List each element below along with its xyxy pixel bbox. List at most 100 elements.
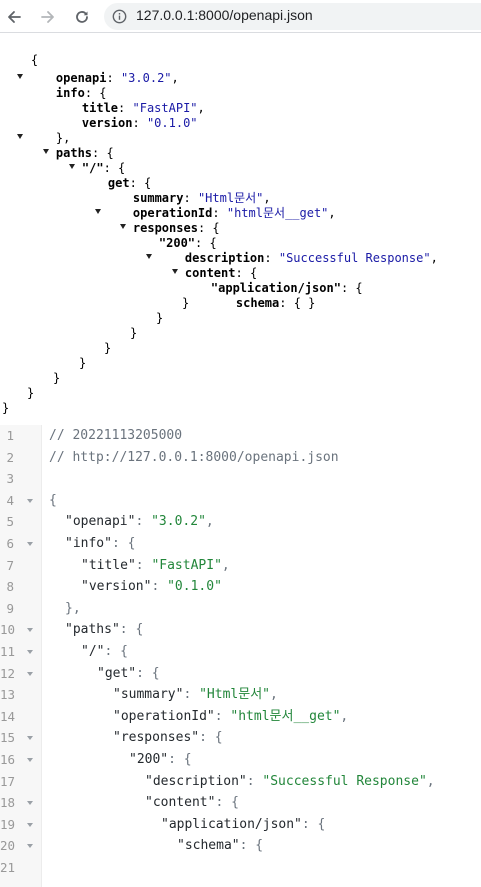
fold-arrow-icon[interactable] [27, 628, 33, 633]
code-line[interactable]: 7 "title": "FastAPI", [0, 555, 481, 577]
code-line[interactable]: 5 "openapi": "3.0.2", [0, 511, 481, 533]
code-text: "operationId": "html문서__get", [113, 706, 348, 728]
line-number: 3 [6, 471, 14, 487]
code-line[interactable]: 20 "schema": { [0, 835, 481, 857]
info-circle-icon[interactable] [112, 9, 127, 24]
json-line: operationId: "html문서__get", [132, 206, 336, 220]
line-number: 16 [0, 752, 16, 767]
json-string-value: "0.1.0" [146, 116, 198, 130]
code-punctuation: { [151, 665, 160, 681]
code-string: "0.1.0" [167, 579, 222, 595]
line-number: 4 [6, 492, 14, 508]
code-line[interactable]: 13 "summary": "Html문서", [0, 684, 481, 706]
json-line: } [130, 326, 138, 340]
json-line: description: "Successful Response", [184, 251, 438, 265]
code-line[interactable]: 19 "application/json": { [0, 814, 481, 836]
fold-arrow-icon[interactable] [27, 844, 33, 849]
fold-arrow-icon[interactable] [27, 801, 33, 806]
code-string: "Successful Response" [262, 773, 427, 789]
collapse-triangle-icon[interactable] [17, 134, 23, 139]
code-line[interactable]: 1 // 20221113205000 [0, 425, 481, 447]
arrow-left-icon [8, 11, 21, 23]
code-line[interactable]: 21 [0, 857, 481, 879]
code-key: "paths" [65, 622, 120, 638]
code-text: "/": { [81, 641, 128, 663]
code-line[interactable]: 15 "responses": { [0, 727, 481, 749]
code-text: "description": "Successful Response", [145, 771, 435, 793]
collapse-triangle-icon[interactable] [69, 164, 75, 169]
code-line[interactable]: 3 [0, 468, 481, 490]
line-number: 1 [6, 428, 14, 443]
address-bar[interactable]: 127.0.0.1:8000/openapi.json [104, 3, 481, 30]
json-line: paths: { [55, 146, 114, 160]
code-punctuation: , [221, 557, 230, 573]
code-text: "responses": { [113, 727, 223, 749]
fold-arrow-icon[interactable] [27, 758, 33, 762]
code-colon: : [119, 622, 128, 638]
collapse-triangle-icon[interactable] [120, 224, 126, 229]
code-line[interactable]: 12 "get": { [0, 663, 481, 685]
json-line: } [79, 356, 87, 370]
code-punctuation: , [205, 514, 214, 530]
collapse-triangle-icon[interactable] [146, 254, 152, 259]
code-punctuation: { [127, 536, 136, 551]
line-number: 19 [0, 816, 16, 832]
code-punctuation: { [231, 795, 239, 811]
reload-icon [76, 11, 88, 23]
json-colon: : [340, 281, 349, 295]
code-line[interactable]: 4{ [0, 490, 481, 512]
json-line: info: { [55, 86, 107, 100]
code-text: // 20221113205000 [49, 428, 183, 443]
json-colon: : [279, 296, 287, 310]
fold-arrow-icon[interactable] [27, 542, 33, 546]
json-key: schema [235, 296, 280, 310]
reload-button[interactable] [70, 5, 94, 29]
json-line: summary: "Html문서", [132, 191, 271, 205]
collapse-triangle-icon[interactable] [95, 209, 101, 214]
code-editor[interactable]: 1 // 20221113205000 2 // http://127.0.0.1:8… [0, 425, 481, 887]
collapse-triangle-icon[interactable] [43, 149, 49, 154]
back-button[interactable] [2, 5, 26, 29]
fold-arrow-icon[interactable] [27, 736, 33, 741]
code-line[interactable]: 18 "content": { [0, 792, 481, 814]
json-viewer: { openapi: "3.0.2", info: { title: "Fast… [0, 34, 481, 418]
code-text: "200": { [129, 749, 192, 771]
fold-arrow-icon[interactable] [27, 498, 33, 503]
json-line: "/": { [81, 161, 126, 175]
code-line[interactable]: 17 "description": "Successful Response", [0, 771, 481, 793]
line-number: 11 [0, 644, 16, 659]
code-colon: : [136, 665, 144, 681]
collapse-triangle-icon[interactable] [17, 74, 23, 79]
code-text: "info": { [65, 533, 135, 555]
line-number: 15 [0, 730, 16, 746]
json-line: }, [55, 131, 71, 145]
code-colon: : [215, 795, 224, 811]
json-string-value: "Successful Response" [278, 251, 431, 265]
fold-arrow-icon[interactable] [27, 822, 33, 827]
code-line[interactable]: 14 "operationId": "html문서__get", [0, 706, 481, 728]
code-line[interactable]: 11 "/": { [0, 641, 481, 663]
fold-arrow-icon[interactable] [27, 671, 33, 676]
code-line[interactable]: 9}, [0, 598, 481, 620]
code-key: "application/json" [161, 816, 302, 832]
code-key: "summary" [113, 687, 184, 703]
code-key: "responses" [113, 730, 200, 746]
forward-button[interactable] [36, 5, 60, 29]
code-line[interactable]: 2 // http://127.0.0.1:8000/openapi.json [0, 447, 481, 469]
fold-arrow-icon[interactable] [27, 650, 33, 654]
url-text[interactable]: 127.0.0.1:8000/openapi.json [136, 7, 313, 23]
code-punctuation: , [72, 600, 81, 616]
code-text: "get": { [97, 663, 160, 685]
browser-toolbar: 127.0.0.1:8000/openapi.json [0, 0, 481, 33]
code-punctuation: { [214, 730, 223, 746]
code-colon: : [239, 838, 248, 854]
code-line[interactable]: 16 "200": { [0, 749, 481, 771]
code-line[interactable]: 10 "paths": { [0, 619, 481, 641]
json-colon: : [132, 116, 140, 130]
code-line[interactable]: 8 "version": "0.1.0" [0, 576, 481, 598]
json-line: schema: { } [235, 296, 316, 310]
code-punctuation: , [270, 687, 278, 703]
collapse-triangle-icon[interactable] [172, 269, 178, 274]
json-line: } [182, 296, 190, 310]
code-line[interactable]: 6 "info": { [0, 533, 481, 555]
